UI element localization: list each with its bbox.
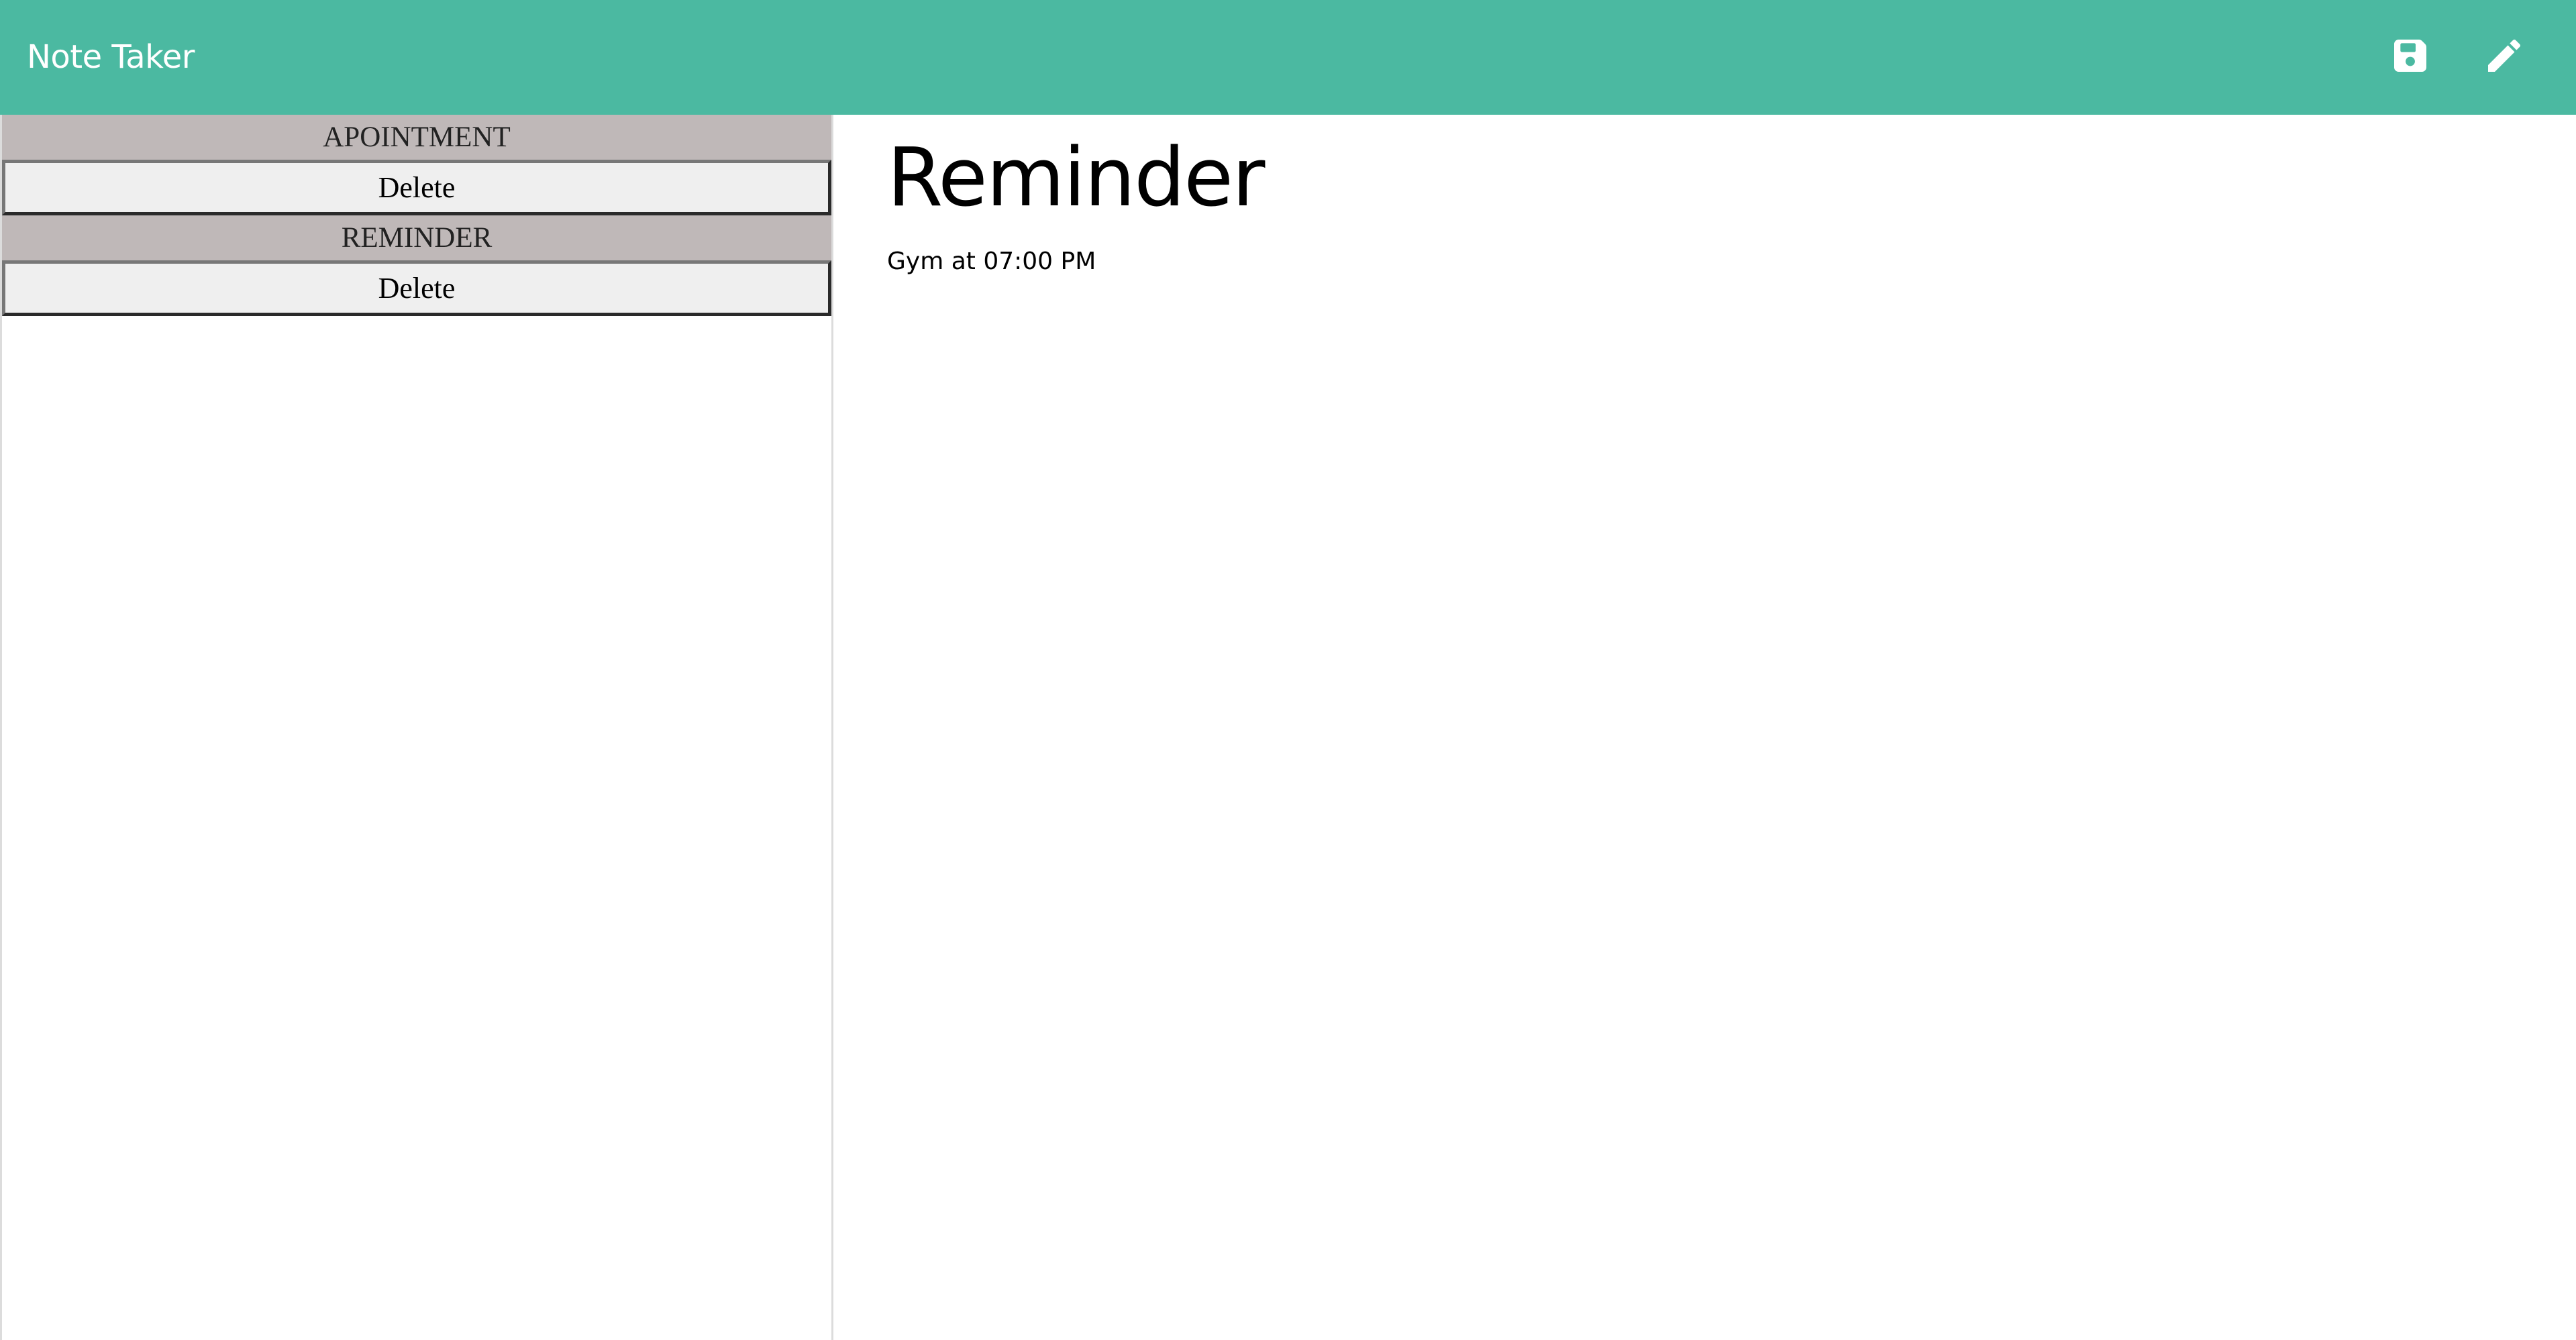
note-view: Reminder Gym at 07:00 PM — [833, 115, 2576, 1340]
pencil-icon — [2488, 39, 2521, 72]
list-item: REMINDER Delete — [2, 215, 831, 316]
note-title-apointment[interactable]: APOINTMENT — [2, 115, 831, 160]
note-body: Gym at 07:00 PM — [887, 248, 1096, 275]
floppy-disk-icon — [2394, 40, 2426, 72]
new-note-icon[interactable] — [2481, 32, 2528, 79]
app-title[interactable]: Note Taker — [27, 0, 195, 115]
save-note-icon[interactable] — [2387, 32, 2434, 79]
top-navbar: Note Taker — [0, 0, 2576, 115]
notes-sidebar: APOINTMENT Delete REMINDER Delete — [0, 115, 833, 1340]
note-title-reminder[interactable]: REMINDER — [2, 215, 831, 260]
list-item: APOINTMENT Delete — [2, 115, 831, 215]
delete-button[interactable]: Delete — [2, 160, 831, 215]
delete-button[interactable]: Delete — [2, 260, 831, 316]
note-heading: Reminder — [887, 132, 1265, 225]
